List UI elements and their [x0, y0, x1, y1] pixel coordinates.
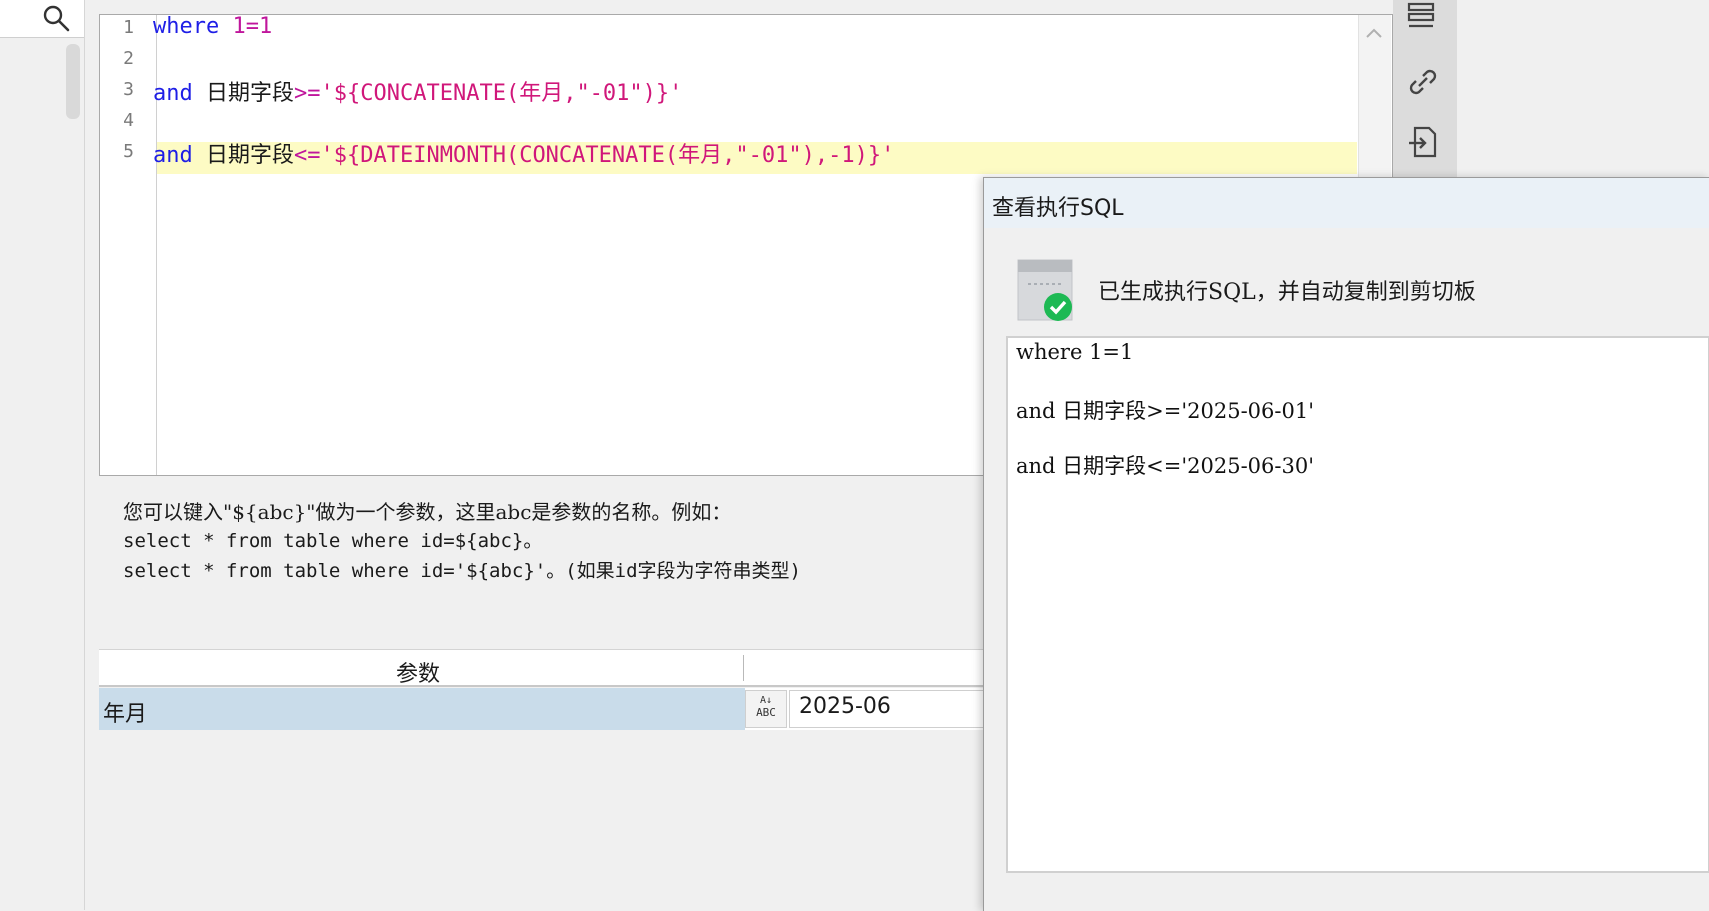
keyword: and [153, 143, 193, 168]
code-line-3[interactable]: and 日期字段>='${CONCATENATE(年月,"-01")}' [153, 75, 682, 107]
condition: 1=1 [232, 14, 273, 39]
param-column-header[interactable]: 参数 [396, 656, 440, 688]
keyword: where [153, 14, 220, 39]
search-icon[interactable] [42, 4, 70, 32]
left-scrollbar[interactable] [66, 44, 80, 119]
dialog-title: 查看执行SQL [992, 196, 1124, 221]
operator: >= [294, 81, 321, 106]
line-number: 1 [123, 17, 134, 38]
code-line-5[interactable]: and 日期字段<='${DATEINMONTH(CONCATENATE(年月,… [153, 137, 894, 169]
column-divider[interactable] [743, 655, 744, 681]
left-panel [0, 0, 85, 910]
keyword: and [153, 81, 193, 106]
code-line-1[interactable]: where 1=1 [153, 14, 272, 39]
param-value: 2025-06 [799, 694, 891, 719]
param-table-header [99, 649, 1099, 687]
link-icon[interactable] [1405, 64, 1441, 100]
help-text-line: 您可以键入"${abc}"做为一个参数，这里abc是参数的名称。例如： [123, 500, 732, 524]
sql-line: where 1=1 [1016, 340, 1134, 364]
line-number: 3 [123, 79, 134, 100]
string-literal: '${CONCATENATE(年月,"-01")}' [320, 81, 683, 106]
type-label: ABC [756, 706, 776, 719]
divider [85, 0, 97, 910]
string-literal: '${DATEINMONTH(CONCATENATE(年月,"-01"),-1)… [320, 143, 895, 168]
sql-output-textarea[interactable]: where 1=1 and 日期字段>='2025-06-01' and 日期字… [1006, 336, 1709, 873]
line-number-gutter: 1 2 3 4 5 [100, 15, 157, 475]
help-example-line: select * from table where id=${abc}。 [123, 530, 543, 552]
help-example-line: select * from table where id='${abc}'。(如… [123, 560, 801, 582]
sql-line: and 日期字段>='2025-06-01' [1016, 399, 1314, 423]
line-number: 2 [123, 48, 134, 69]
param-type-icon[interactable]: A↓ ABC [745, 690, 787, 728]
sql-success-icon [1017, 259, 1073, 321]
column-name: 日期字段 [206, 143, 295, 168]
editor-topbar [99, 0, 1393, 15]
param-name-cell[interactable] [99, 688, 745, 730]
param-name: 年月 [103, 702, 148, 727]
dialog-message: 已生成执行SQL，并自动复制到剪切板 [1098, 280, 1476, 305]
view-sql-dialog: 查看执行SQL 已生成执行SQL，并自动复制到剪切板 where 1=1 and… [983, 177, 1709, 911]
import-icon[interactable] [1405, 124, 1441, 160]
line-number: 5 [123, 141, 134, 162]
operator: <= [294, 143, 321, 168]
column-name: 日期字段 [206, 81, 295, 106]
param-table-empty-area [99, 731, 1099, 910]
sql-line: and 日期字段<='2025-06-30' [1016, 454, 1314, 478]
chevron-up-icon[interactable] [1358, 19, 1390, 47]
line-number: 4 [123, 110, 134, 131]
list-icon[interactable] [1405, 0, 1441, 36]
